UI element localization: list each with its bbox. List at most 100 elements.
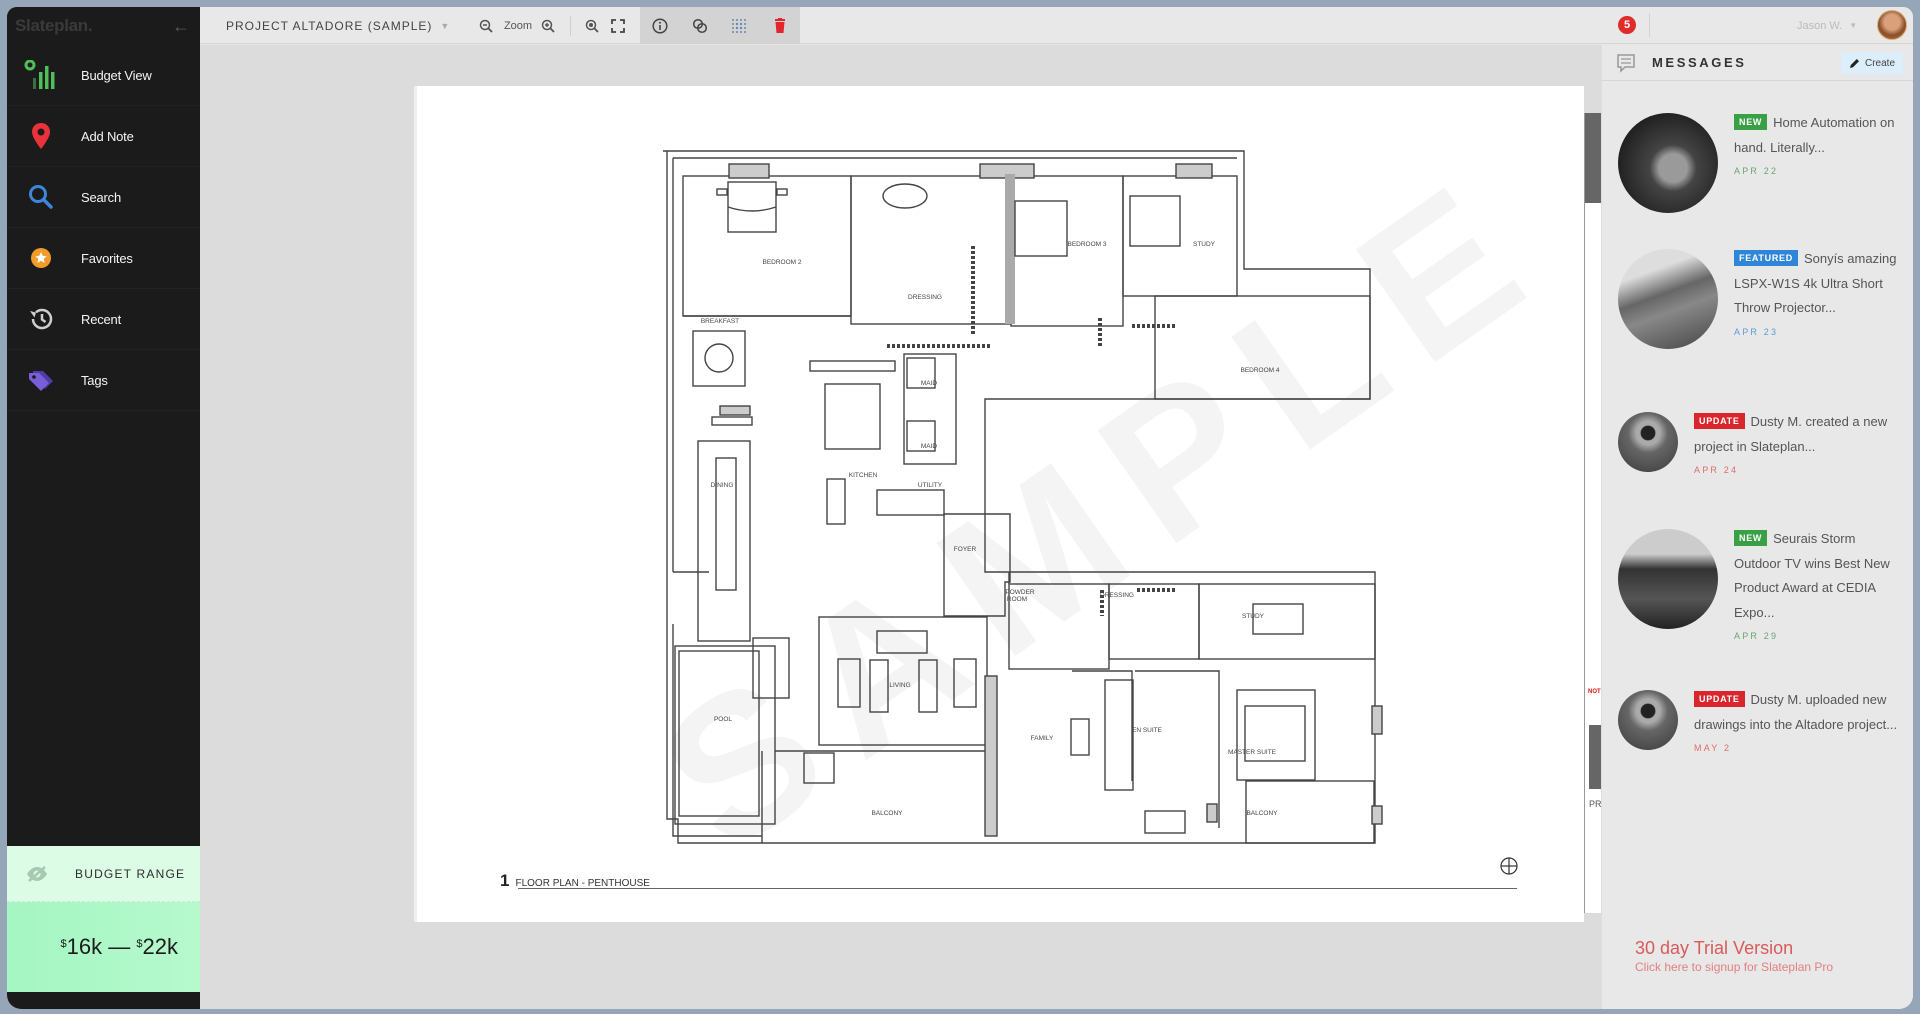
sheet-notes-label: NOT: [1588, 689, 1601, 695]
fullscreen-icon: [611, 18, 625, 33]
badge-update: UPDATE: [1694, 691, 1745, 707]
drawing-number: 1: [500, 871, 510, 890]
zoom-fit-button[interactable]: [582, 7, 602, 44]
message-item[interactable]: UPDATE Dusty M. uploaded new drawings int…: [1602, 690, 1913, 753]
user-avatar[interactable]: [1877, 10, 1907, 40]
zoom-out-button[interactable]: [476, 7, 496, 44]
room-label: KITCHEN: [849, 472, 878, 479]
room-label: BALCONY: [871, 810, 903, 817]
trial-signup-link[interactable]: 30 day Trial Version Click here to signu…: [1635, 938, 1833, 974]
sidebar-item-label: Favorites: [81, 250, 133, 266]
map-pin-icon: [11, 122, 71, 150]
room-label: MAID: [921, 380, 938, 387]
badge-featured: FEATURED: [1734, 250, 1798, 266]
message-item[interactable]: UPDATE Dusty M. created a new project in …: [1602, 412, 1913, 475]
outer-wall: [663, 150, 1376, 844]
bar-chart-icon: [11, 60, 71, 90]
brand-bar: Slateplan. ←: [7, 7, 200, 45]
message-item[interactable]: NEW Seurais Storm Outdoor TV wins Best Ne…: [1602, 529, 1913, 641]
message-date: MAY 2: [1694, 743, 1732, 753]
create-message-button[interactable]: Create: [1840, 52, 1903, 74]
room-label: STUDY: [1242, 613, 1265, 620]
room-label: BREAKFAST: [701, 318, 739, 325]
room-label: LIVING: [889, 682, 910, 689]
sidebar-item-search[interactable]: Search: [7, 167, 200, 228]
message-date: APR 24: [1694, 465, 1739, 475]
messages-title: MESSAGES: [1652, 55, 1747, 70]
sidebar: Slateplan. ← Budget View Add Note Search: [7, 7, 200, 1009]
inner-wall: [672, 157, 1237, 837]
room-label: EN SUITE: [1132, 727, 1163, 734]
room-label: FOYER: [954, 546, 977, 553]
chevron-down-icon: ▼: [440, 20, 451, 31]
grid-dots-icon: [732, 18, 746, 33]
user-avatar-dusty: [1618, 690, 1678, 750]
overlapping-circles-icon: [692, 18, 708, 33]
room-label: POOL: [714, 716, 732, 723]
delete-button[interactable]: [770, 7, 790, 44]
room-label: DRESSING: [908, 294, 942, 301]
budget-range-value: $16k — $22k: [7, 902, 200, 992]
room-label: BALCONY: [1246, 810, 1278, 817]
info-icon: [652, 17, 668, 34]
collapse-sidebar-icon[interactable]: ←: [172, 16, 190, 37]
drawing-sheet[interactable]: SAMPLE: [414, 86, 1584, 922]
sidebar-item-tags[interactable]: Tags: [7, 350, 200, 411]
budget-range-title: BUDGET RANGE: [75, 866, 186, 881]
living-room: [818, 616, 988, 746]
top-toolbar: PROJECT ALTADORE (SAMPLE) ▼ Zoom 5 Jason…: [200, 7, 1913, 44]
room-label: ROOM: [1007, 596, 1027, 603]
room-label: STUDY: [1193, 241, 1216, 248]
room-label: BEDROOM 3: [1067, 241, 1106, 248]
sidebar-item-add-note[interactable]: Add Note: [7, 106, 200, 167]
budget-range-panel: BUDGET RANGE $16k — $22k: [7, 846, 200, 994]
user-menu[interactable]: Jason W. ▼: [1797, 7, 1857, 44]
search-icon: [11, 184, 71, 210]
info-button[interactable]: [650, 7, 670, 44]
room-label: DINING: [711, 482, 734, 489]
zoom-fit-icon: [585, 19, 599, 33]
sidebar-item-label: Budget View: [81, 67, 152, 83]
room-label: POWDER: [1005, 589, 1035, 596]
chat-bubble-icon: [1617, 53, 1635, 73]
trash-icon: [775, 18, 785, 33]
smartwatch-photo: [1618, 113, 1718, 213]
outdoor-tv-photo: [1618, 529, 1718, 629]
messages-panel: MESSAGES Create NEW Home Automation on ha…: [1601, 45, 1913, 1009]
badge-update: UPDATE: [1694, 413, 1745, 429]
drawing-title: FLOOR PLAN - PENTHOUSE: [515, 878, 650, 889]
drawing-canvas[interactable]: SAMPLE: [200, 45, 1603, 1009]
message-item[interactable]: FEATURED Sonyís amazing LSPX-W1S 4k Ultra…: [1602, 249, 1913, 349]
toolbar-divider: [570, 16, 571, 36]
fullscreen-button[interactable]: [608, 7, 628, 44]
sidebar-item-label: Tags: [81, 372, 108, 388]
project-title: PROJECT ALTADORE (SAMPLE): [226, 18, 433, 33]
zoom-in-button[interactable]: [538, 7, 558, 44]
header-divider: [1649, 13, 1650, 37]
room-label: DRESSING: [1100, 592, 1134, 599]
bedroom4: [1154, 295, 1371, 400]
room-label: MAID: [921, 443, 938, 450]
trial-subtitle: Click here to signup for Slateplan Pro: [1635, 960, 1834, 974]
room-label: UTILITY: [918, 482, 943, 489]
dining-room: [697, 440, 751, 642]
layers-button[interactable]: [690, 7, 710, 44]
create-label: Create: [1864, 57, 1895, 69]
tag-icon: [11, 368, 71, 392]
eye-slash-icon[interactable]: [7, 865, 67, 883]
notification-badge[interactable]: 5: [1618, 16, 1636, 34]
pencil-icon: [1849, 58, 1859, 68]
sidebar-item-favorites[interactable]: Favorites: [7, 228, 200, 289]
user-avatar-dusty: [1618, 412, 1678, 472]
grid-button[interactable]: [729, 7, 749, 44]
budget-high: 22k: [142, 934, 178, 959]
currency-symbol: $: [136, 938, 143, 950]
budget-range-header: BUDGET RANGE: [7, 846, 200, 902]
room-label: FAMILY: [1031, 735, 1054, 742]
project-selector[interactable]: PROJECT ALTADORE (SAMPLE) ▼: [226, 7, 450, 44]
next-sheet-preview[interactable]: NOT PR: [1584, 113, 1603, 913]
message-item[interactable]: NEW Home Automation on hand. Literally...…: [1602, 113, 1913, 213]
sidebar-item-recent[interactable]: Recent: [7, 289, 200, 350]
dressing-top: [850, 175, 1012, 325]
sidebar-item-budget-view[interactable]: Budget View: [7, 45, 200, 106]
